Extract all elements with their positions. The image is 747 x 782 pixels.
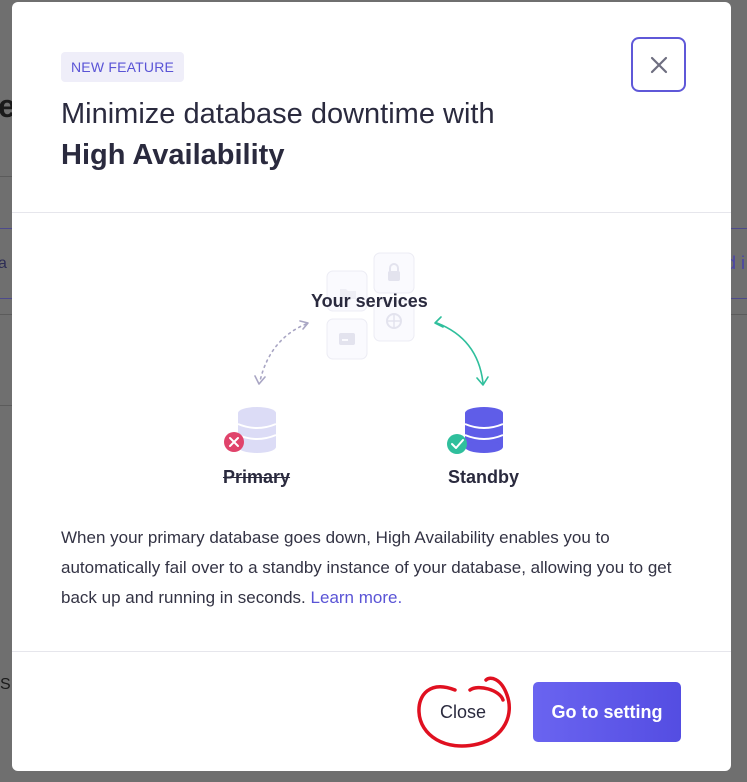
standby-database-icon: [464, 407, 504, 453]
modal-title-line1: Minimize database downtime with: [61, 98, 495, 130]
your-services-label: Your services: [311, 291, 428, 311]
failover-dotted-arrow: [259, 323, 307, 382]
background-left-fragment: a: [0, 255, 7, 272]
close-modal-button[interactable]: [631, 37, 686, 92]
go-to-setting-button[interactable]: Go to setting: [533, 682, 681, 742]
modal-title: Minimize database downtime with High Ava…: [61, 94, 495, 176]
modal-title-line2: High Availability: [61, 139, 285, 171]
modal-header: NEW FEATURE Minimize database downtime w…: [12, 2, 731, 213]
close-button[interactable]: Close: [422, 686, 504, 738]
primary-database-icon: [237, 407, 277, 453]
primary-label: Primary: [223, 467, 291, 487]
close-icon: [650, 56, 667, 73]
background-divider: [0, 176, 12, 177]
high-availability-illustration: [224, 252, 504, 454]
background-divider: [0, 228, 12, 229]
modal-footer: Close Go to setting: [12, 652, 731, 770]
success-badge-icon: [447, 434, 467, 454]
background-divider: [730, 314, 747, 315]
modal-body: Your services Primary Standby When your …: [12, 213, 731, 652]
active-connection-arrow: [436, 322, 484, 384]
window-icon: [339, 333, 355, 345]
background-divider: [730, 298, 747, 299]
background-divider: [0, 405, 12, 406]
error-badge-icon: [224, 432, 244, 452]
background-divider: [0, 314, 12, 315]
background-divider: [730, 228, 747, 229]
standby-label: Standby: [448, 467, 520, 487]
learn-more-link[interactable]: Learn more.: [311, 588, 403, 607]
background-divider: [0, 298, 12, 299]
new-feature-badge: NEW FEATURE: [61, 52, 185, 82]
feature-modal: NEW FEATURE Minimize database downtime w…: [12, 2, 731, 771]
feature-description: When your primary database goes down, Hi…: [61, 523, 701, 613]
globe-icon: [386, 313, 402, 329]
background-bottom-fragment: S: [0, 676, 11, 693]
